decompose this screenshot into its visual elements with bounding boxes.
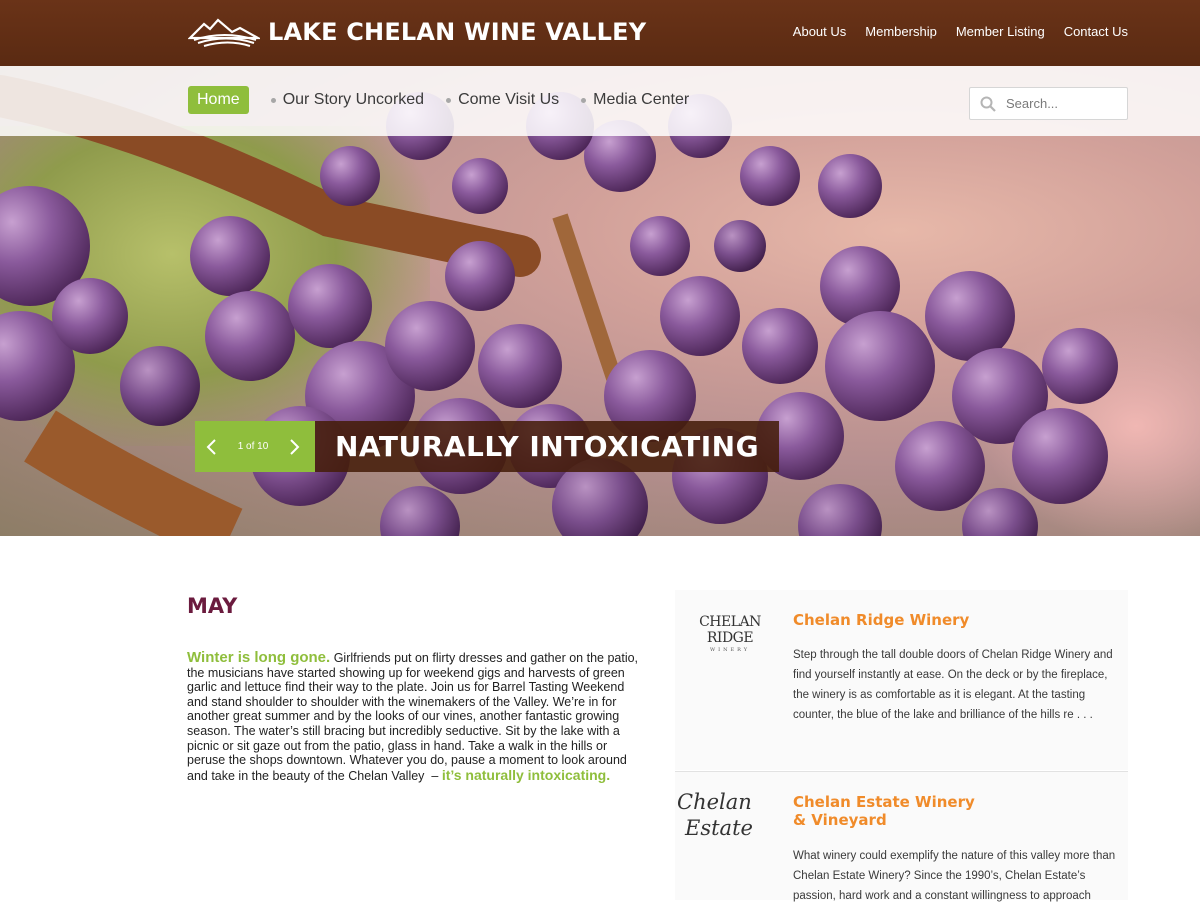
nav-membership[interactable]: Membership bbox=[865, 24, 937, 39]
chelan-ridge-logo-sub: WINERY bbox=[709, 647, 751, 653]
nav-bullet bbox=[446, 97, 452, 103]
nav-bullet bbox=[270, 97, 276, 103]
hero-caption-title: NATURALLY INTOXICATING bbox=[315, 421, 780, 472]
next-slide-icon[interactable] bbox=[289, 438, 301, 456]
slide-counter: 1 of 10 bbox=[237, 441, 269, 452]
mountain-vineyard-logo-icon bbox=[188, 18, 260, 47]
hero-slideshow: 1 of 10 NATURALLY INTOXICATING bbox=[0, 66, 1200, 536]
nav-label: Media Center bbox=[593, 91, 690, 108]
chelan-estate-logo: Chelan Estate bbox=[675, 790, 785, 840]
nav-bullet bbox=[581, 97, 587, 103]
month-heading: MAY bbox=[187, 594, 238, 618]
search-input[interactable] bbox=[1006, 96, 1116, 111]
slide-controls: 1 of 10 bbox=[195, 421, 315, 472]
nav-label: Come Visit Us bbox=[458, 91, 560, 108]
site-logo[interactable]: LAKE CHELAN WINE VALLEY bbox=[188, 14, 646, 50]
previous-slide-icon[interactable] bbox=[205, 438, 217, 456]
nav-home-button[interactable]: Home bbox=[188, 86, 249, 114]
intro-tagline: it’s naturally intoxicating. bbox=[441, 766, 611, 783]
nav-our-story-uncorked[interactable]: Our Story Uncorked bbox=[270, 91, 425, 109]
intro-dash: – bbox=[431, 768, 439, 783]
nav-member-listing[interactable]: Member Listing bbox=[956, 24, 1045, 39]
winery-description: What winery could exemplify the nature o… bbox=[793, 850, 1116, 902]
winery-description: Step through the tall double doors of Ch… bbox=[793, 649, 1113, 721]
chelan-ridge-logo: CHELAN RIDGE WINERY bbox=[675, 614, 785, 653]
search-icon bbox=[980, 96, 996, 112]
intro-paragraph: Winter is long gone. Girlfriends put on … bbox=[187, 649, 642, 783]
top-header: LAKE CHELAN WINE VALLEY About Us Members… bbox=[0, 0, 1200, 66]
top-navigation: About Us Membership Member Listing Conta… bbox=[793, 24, 1128, 39]
search-box bbox=[969, 87, 1128, 120]
nav-about-us[interactable]: About Us bbox=[793, 24, 846, 39]
winery-name[interactable]: Chelan Ridge Winery bbox=[793, 611, 969, 629]
winery-name-line1: Chelan Estate Winery bbox=[793, 793, 975, 811]
chelan-ridge-logo-text: CHELAN RIDGE bbox=[699, 614, 761, 646]
main-navigation: Home Our Story Uncorked Come Visit Us Me… bbox=[0, 66, 1200, 136]
hero-caption: 1 of 10 NATURALLY INTOXICATING bbox=[195, 421, 780, 472]
chelan-estate-logo-line1: Chelan bbox=[677, 790, 752, 814]
winery-name[interactable]: Chelan Estate Winery & Vineyard bbox=[793, 793, 975, 829]
intro-lead: Winter is long gone. bbox=[187, 649, 331, 666]
site-title: LAKE CHELAN WINE VALLEY bbox=[268, 18, 647, 46]
winery-name-line2: & Vineyard bbox=[793, 811, 887, 829]
nav-label: Our Story Uncorked bbox=[282, 91, 425, 108]
winery-card-chelan-estate[interactable]: Chelan Estate Chelan Estate Winery & Vin… bbox=[675, 771, 1128, 902]
nav-come-visit-us[interactable]: Come Visit Us bbox=[446, 91, 559, 109]
winery-card-chelan-ridge[interactable]: CHELAN RIDGE WINERY Chelan Ridge Winery … bbox=[675, 590, 1128, 770]
nav-contact-us[interactable]: Contact Us bbox=[1064, 24, 1128, 39]
nav-media-center[interactable]: Media Center bbox=[581, 91, 689, 109]
chelan-estate-logo-line2: Estate bbox=[685, 816, 753, 840]
intro-body: Girlfriends put on flirty dresses and ga… bbox=[187, 651, 639, 783]
